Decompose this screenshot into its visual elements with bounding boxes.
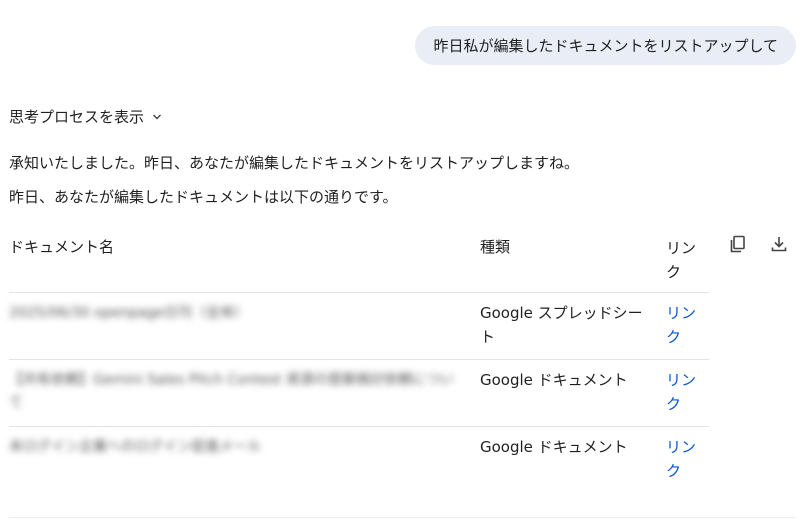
table-row-1-type: Google スプレッドシート bbox=[480, 304, 643, 346]
chevron-down-icon bbox=[153, 114, 162, 119]
copy-icon[interactable] bbox=[727, 233, 749, 255]
table-row-3-link[interactable]: リンク bbox=[666, 435, 700, 483]
user-message-bubble: 昨日私が編集したドキュメントをリストアップして bbox=[415, 26, 796, 65]
table-row-1-name: 2025/06/30 openpage日刊（全体） bbox=[9, 305, 249, 321]
user-message-text: 昨日私が編集したドキュメントをリストアップして bbox=[433, 37, 778, 55]
table-row-2-link[interactable]: リンク bbox=[666, 368, 700, 416]
column-header-type: 種類 bbox=[480, 238, 511, 256]
response-summary: 昨日、あなたが編集したドキュメントは以下の通りです。 bbox=[9, 188, 398, 206]
column-header-name: ドキュメント名 bbox=[9, 238, 115, 256]
table-row-1-link[interactable]: リンク bbox=[666, 301, 700, 349]
row-divider bbox=[9, 359, 709, 360]
table-row-3-type: Google ドキュメント bbox=[480, 438, 628, 456]
table-row-2-type: Google ドキュメント bbox=[480, 371, 628, 389]
column-header-link: リンク bbox=[666, 239, 697, 281]
bottom-divider bbox=[9, 517, 795, 518]
response-intro: 承知いたしました。昨日、あなたが編集したドキュメントをリストアップしますね。 bbox=[9, 154, 580, 172]
download-icon[interactable] bbox=[768, 233, 790, 255]
show-thinking-toggle[interactable]: 思考プロセスを表示 bbox=[9, 106, 162, 127]
thinking-toggle-label: 思考プロセスを表示 bbox=[9, 108, 145, 126]
row-divider bbox=[9, 292, 709, 293]
table-row-3-name: 本ログイン企業へのログイン促進メール bbox=[9, 439, 261, 455]
row-divider bbox=[9, 426, 709, 427]
table-row-2-name: 【共有依頼】Gemini Sales Pitch Contest 資源の提案検討… bbox=[9, 372, 454, 411]
